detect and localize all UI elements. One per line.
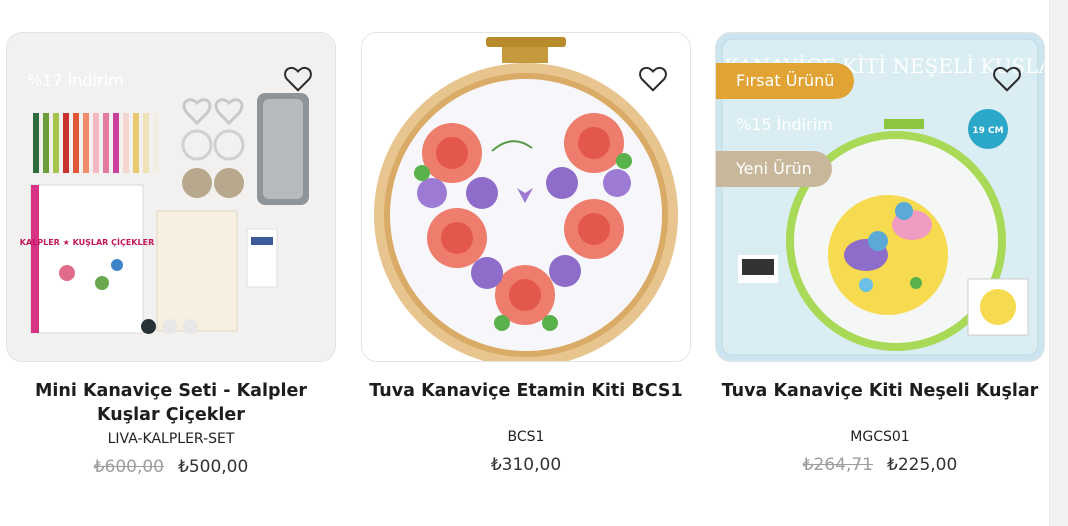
carousel-dot[interactable] — [141, 319, 156, 334]
product-card[interactable]: KANAVİÇE KİTİ NEŞELİ KUŞLAR 19 CM Fırsat… — [715, 32, 1045, 475]
carousel-dot[interactable] — [183, 319, 198, 334]
product-code: BCS1 — [507, 429, 545, 445]
heart-outline-icon[interactable] — [992, 65, 1022, 93]
current-price: ₺310,00 — [490, 455, 562, 475]
carousel-dot[interactable] — [162, 319, 177, 334]
price-row: ₺310,00 — [361, 455, 691, 475]
size-badge: 19 CM — [972, 126, 1003, 136]
opportunity-badge: Fırsat Ürünü — [716, 63, 855, 99]
product-title[interactable]: Tuva Kanaviçe Kiti Neşeli Kuşlar — [715, 379, 1045, 403]
current-price: ₺225,00 — [887, 455, 958, 475]
product-image[interactable]: KANAVİÇE KİTİ NEŞELİ KUŞLAR 19 CM Fırsat… — [715, 32, 1045, 362]
discount-badge: %17 İndirim — [27, 71, 124, 90]
old-price: ₺264,71 — [802, 455, 873, 475]
product-title[interactable]: Tuva Kanaviçe Etamin Kiti BCS1 — [361, 379, 691, 403]
product-image[interactable]: KALPLER ★ KUŞLAR ÇİÇEKLER %17 İndirim — [6, 32, 336, 362]
heart-outline-icon[interactable] — [283, 65, 313, 93]
product-code: MGCS01 — [850, 429, 910, 445]
product-grid: KALPLER ★ KUŞLAR ÇİÇEKLER %17 İndirim Mi… — [0, 0, 1050, 526]
product-code: LIVA-KALPLER-SET — [107, 431, 235, 447]
old-price: ₺600,00 — [93, 457, 164, 477]
carousel-dots — [141, 319, 198, 334]
price-row: ₺600,00 ₺500,00 — [6, 457, 336, 477]
price-row: ₺264,71 ₺225,00 — [715, 455, 1045, 475]
product-title[interactable]: Mini Kanaviçe Seti - Kalpler Kuşlar Çiçe… — [6, 379, 336, 427]
discount-badge: %15 İndirim — [736, 115, 833, 134]
heart-outline-icon[interactable] — [638, 65, 668, 93]
product-image[interactable] — [361, 32, 691, 362]
product-card[interactable]: KALPLER ★ KUŞLAR ÇİÇEKLER %17 İndirim Mi… — [6, 32, 336, 477]
current-price: ₺500,00 — [178, 457, 249, 477]
new-product-badge: Yeni Ürün — [716, 151, 832, 187]
page-scrollbar[interactable] — [1049, 0, 1068, 526]
book-title: KALPLER ★ KUŞLAR ÇİÇEKLER — [20, 237, 154, 247]
product-card[interactable]: Tuva Kanaviçe Etamin Kiti BCS1 BCS1 ₺310… — [361, 32, 691, 475]
